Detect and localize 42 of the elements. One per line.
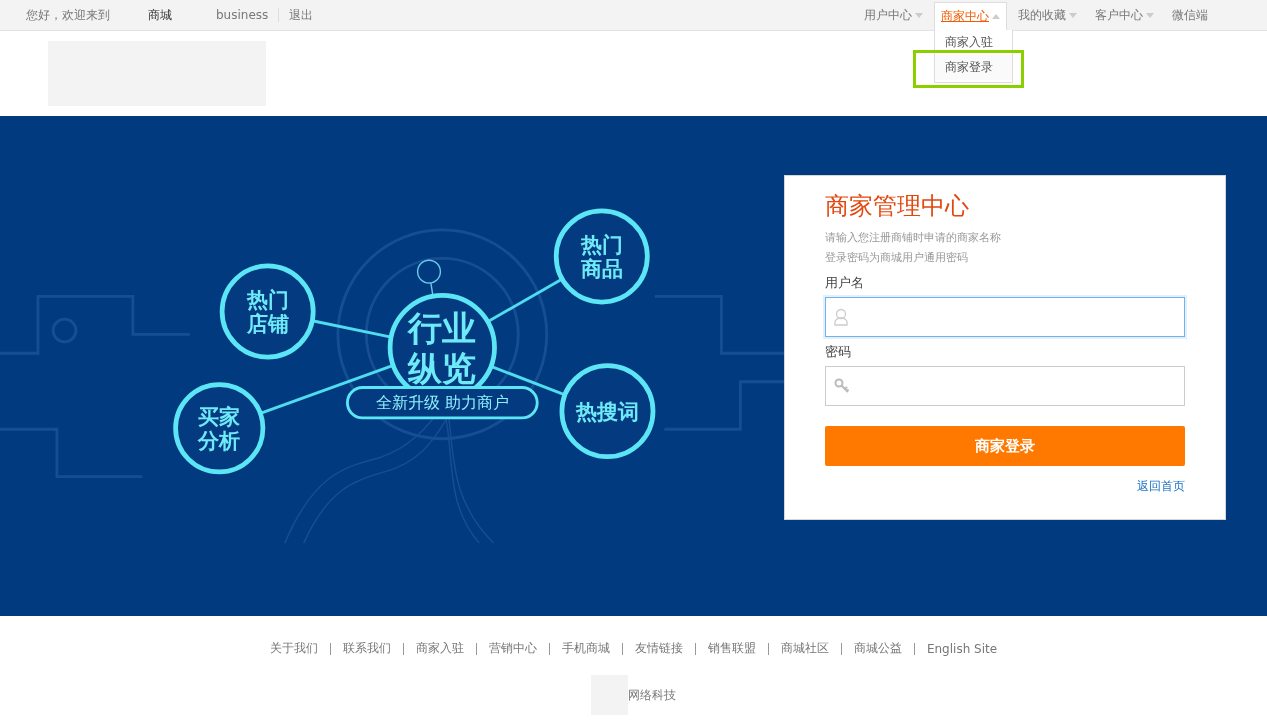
nav-menu[interactable]: 用户中心 bbox=[857, 0, 930, 30]
topic-bubble: 热搜词 bbox=[559, 363, 656, 460]
footer-link[interactable]: English Site bbox=[926, 641, 998, 656]
logout-link[interactable]: 退出 bbox=[289, 6, 314, 24]
topic-bubble: 买家 分析 bbox=[173, 382, 266, 475]
footer-link[interactable]: 商城社区 bbox=[780, 640, 829, 657]
field-label: 密码 bbox=[825, 343, 852, 361]
field-label: 用户名 bbox=[825, 274, 865, 292]
login-title: 商家管理中心 bbox=[825, 191, 970, 222]
hint-text: 登录密码为商城用户通用密码 bbox=[825, 250, 969, 266]
user-icon bbox=[834, 308, 848, 326]
mall-link[interactable]: 商城 bbox=[148, 6, 172, 24]
footer-link[interactable]: 友情链接 bbox=[634, 640, 683, 657]
caret-icon bbox=[1146, 13, 1154, 18]
greeting-text: 您好，欢迎来到 bbox=[26, 6, 110, 24]
topic-bubble: 热门 商品 bbox=[553, 208, 650, 305]
nav-menu[interactable]: 商家中心 bbox=[934, 1, 1007, 31]
footer-link[interactable]: 营销中心 bbox=[488, 640, 537, 657]
pin-icon bbox=[416, 259, 442, 297]
input-field[interactable] bbox=[825, 366, 1185, 406]
footer-link[interactable]: 销售联盟 bbox=[707, 640, 756, 657]
tagline-pill: 全新升级 助力商户 bbox=[345, 386, 539, 420]
caret-icon bbox=[992, 14, 1000, 19]
nav-menu[interactable]: 客户中心 bbox=[1088, 0, 1161, 30]
topic-bubble: 热门 店铺 bbox=[219, 263, 316, 360]
caret-icon bbox=[915, 13, 923, 18]
nav-menu[interactable]: 我的收藏 bbox=[1011, 0, 1084, 30]
footer-link[interactable]: 联系我们 bbox=[342, 640, 391, 657]
hint-text: 请输入您注册商铺时申请的商家名称 bbox=[825, 230, 1002, 246]
dropdown-item[interactable]: 商家登录 bbox=[935, 54, 1012, 80]
login-button[interactable]: 商家登录 bbox=[825, 426, 1185, 466]
footer-link[interactable]: 商城公益 bbox=[853, 640, 902, 657]
nav-menu[interactable]: 微信端 bbox=[1165, 0, 1215, 30]
footer-link[interactable]: 关于我们 bbox=[269, 640, 318, 657]
username-text: business bbox=[216, 8, 269, 22]
key-icon bbox=[834, 378, 850, 394]
footer-link[interactable]: 商家入驻 bbox=[415, 640, 464, 657]
company-name: 网络科技 bbox=[628, 686, 676, 704]
footer-link[interactable]: 手机商城 bbox=[561, 640, 610, 657]
back-home-link[interactable]: 返回首页 bbox=[1137, 478, 1185, 495]
input-field[interactable] bbox=[825, 297, 1185, 337]
caret-icon bbox=[1069, 13, 1077, 18]
